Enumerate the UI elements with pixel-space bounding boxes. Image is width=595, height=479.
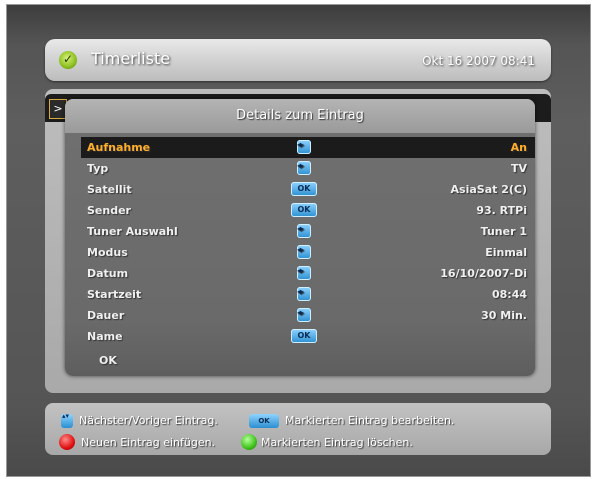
- detail-row-aufnahme[interactable]: Aufnahme An: [81, 137, 535, 158]
- hint-add: Neuen Eintrag einfügen.: [81, 436, 216, 449]
- left-right-arrows-icon: [297, 308, 311, 322]
- red-key-icon: [59, 434, 75, 450]
- detail-row-value: TV: [510, 162, 527, 175]
- detail-row-tuner-auswahl[interactable]: Tuner Auswahl Tuner 1: [81, 221, 535, 242]
- left-right-arrows-icon: [297, 161, 311, 175]
- detail-row-value: 08:44: [491, 288, 527, 301]
- detail-row-startzeit[interactable]: Startzeit 08:44: [81, 284, 535, 305]
- detail-row-label: Aufnahme: [87, 141, 151, 154]
- ok-key-icon: OK: [291, 329, 317, 343]
- detail-row-name[interactable]: Name OK: [81, 326, 535, 347]
- key-hint-bar: Nächster/Voriger Eintrag. OK Markierten …: [45, 403, 551, 455]
- left-right-arrows-icon: [297, 266, 311, 280]
- page-title: Timerliste: [91, 49, 171, 68]
- detail-row-satellit[interactable]: Satellit OK AsiaSat 2(C): [81, 179, 535, 200]
- detail-row-value: Tuner 1: [480, 225, 527, 238]
- ok-key-icon: OK: [291, 182, 317, 196]
- detail-row-label: Typ: [87, 162, 109, 175]
- details-dialog: Details zum Eintrag Aufnahme An Typ TV Satel…: [65, 99, 535, 376]
- detail-row-label: Satellit: [87, 183, 132, 196]
- tv-screen: ✓ Timerliste Okt 16 2007 08:41 > Details…: [6, 4, 591, 477]
- detail-row-sender[interactable]: Sender OK 93. RTPi: [81, 200, 535, 221]
- detail-row-label: Datum: [87, 267, 129, 280]
- detail-row-dauer[interactable]: Dauer 30 Min.: [81, 305, 535, 326]
- details-dialog-title: Details zum Eintrag: [236, 108, 364, 123]
- left-right-arrows-icon: [297, 140, 311, 154]
- detail-row-value: An: [510, 141, 527, 154]
- green-key-icon: [241, 434, 257, 450]
- detail-row-label: Startzeit: [87, 288, 142, 301]
- ok-key-label: OK: [258, 417, 270, 425]
- left-right-arrows-icon: [297, 224, 311, 238]
- detail-row-value: 30 Min.: [481, 309, 527, 322]
- hint-edit: Markierten Eintrag bearbeiten.: [285, 414, 455, 427]
- ok-key-label: OK: [297, 205, 311, 214]
- detail-row-label: Sender: [87, 204, 131, 217]
- detail-row-modus[interactable]: Modus Einmal: [81, 242, 535, 263]
- timer-logo-icon: ✓: [59, 51, 77, 69]
- left-right-arrows-icon: [297, 245, 311, 259]
- detail-row-typ[interactable]: Typ TV: [81, 158, 535, 179]
- detail-row-value: 16/10/2007-Di: [440, 267, 527, 280]
- title-bar: ✓ Timerliste Okt 16 2007 08:41: [45, 39, 551, 81]
- hint-next-prev: Nächster/Voriger Eintrag.: [79, 414, 218, 427]
- ok-key-label: OK: [297, 184, 311, 193]
- datetime-display: Okt 16 2007 08:41: [422, 54, 535, 68]
- ok-key-label: OK: [297, 331, 311, 340]
- detail-row-label: Dauer: [87, 309, 125, 322]
- detail-row-label: Name: [87, 330, 123, 343]
- detail-row-value: AsiaSat 2(C): [450, 183, 527, 196]
- detail-row-value: Einmal: [485, 246, 527, 259]
- hint-delete: Markierten Eintrag löschen.: [261, 436, 413, 449]
- ok-option[interactable]: OK: [99, 354, 117, 367]
- ok-key-icon: OK: [291, 203, 317, 217]
- left-right-arrows-icon: [297, 287, 311, 301]
- details-dialog-header: Details zum Eintrag: [65, 99, 535, 133]
- detail-row-label: Tuner Auswahl: [87, 225, 178, 238]
- detail-row-datum[interactable]: Datum 16/10/2007-Di: [81, 263, 535, 284]
- detail-row-label: Modus: [87, 246, 128, 259]
- ok-key-icon: OK: [249, 414, 279, 428]
- up-down-key-icon: [61, 412, 73, 428]
- detail-row-value: 93. RTPi: [476, 204, 527, 217]
